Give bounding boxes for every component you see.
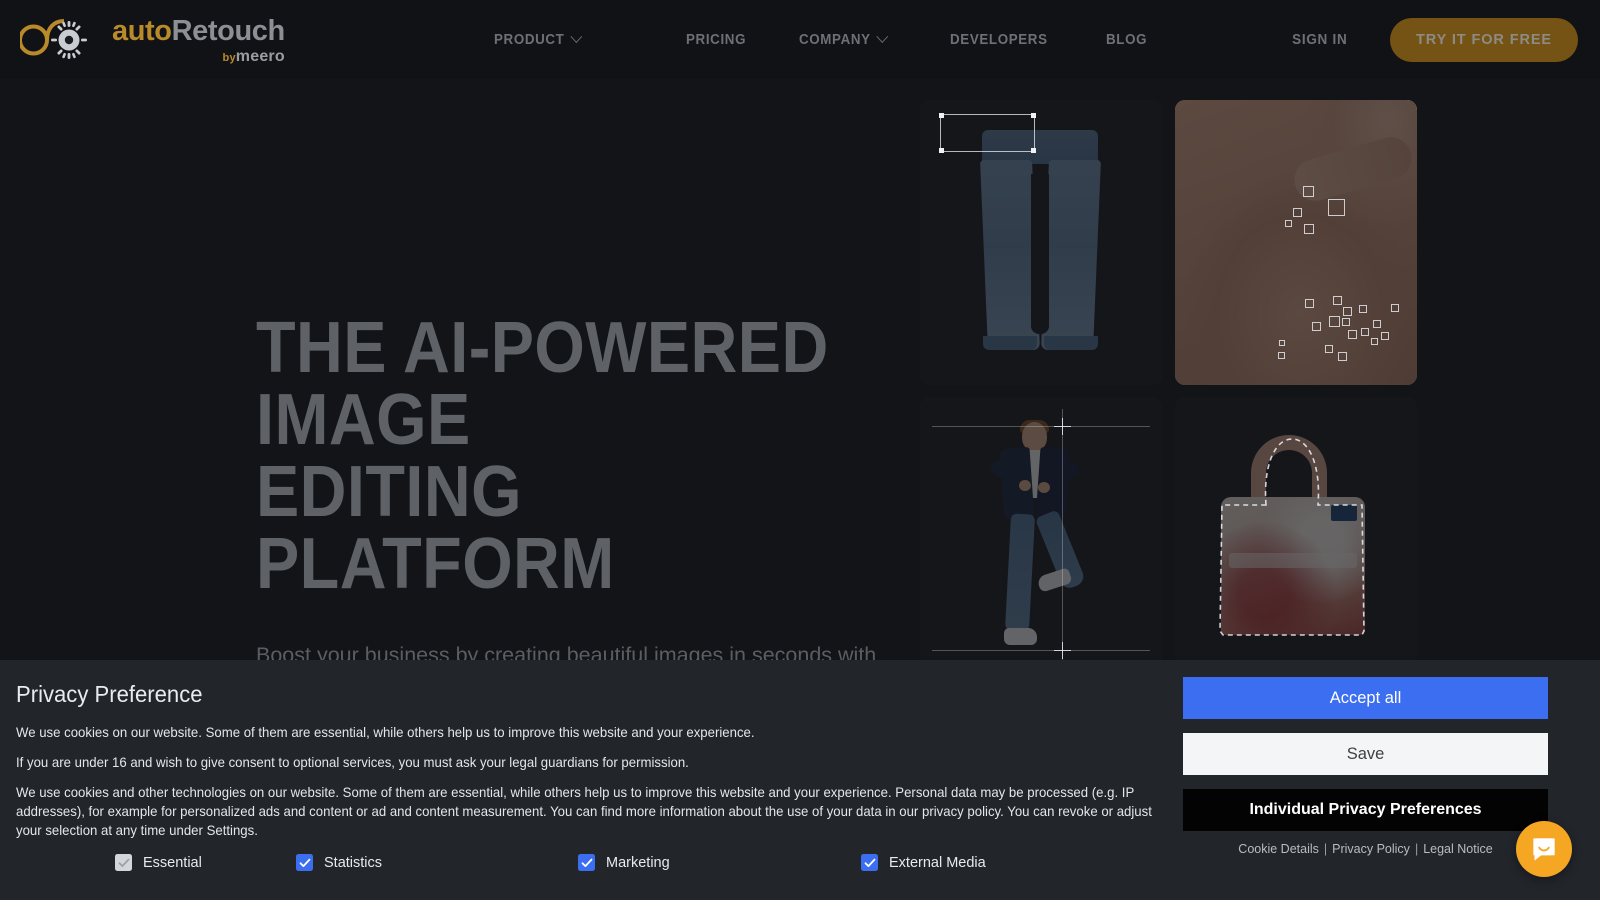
crop-handle-icon: [1054, 418, 1071, 435]
save-button[interactable]: Save: [1183, 733, 1548, 775]
consent-checkbox-row: Essential Statistics Marketing External …: [16, 854, 1584, 871]
brand-wordmark: autoRetouch bymeero: [112, 14, 286, 66]
banner-actions: Accept all Save Individual Privacy Prefe…: [1183, 677, 1548, 856]
autoretouch-logo-icon: [20, 19, 87, 59]
checkbox-icon-statistics[interactable]: [296, 854, 313, 871]
chevron-down-icon: [876, 30, 888, 44]
skin-retouching-shot: [1175, 100, 1417, 385]
checkbox-label: Marketing: [606, 854, 670, 871]
checkbox-label: External Media: [889, 854, 986, 871]
hero-image-grid: [920, 100, 1600, 682]
hero-tile-handbag[interactable]: [1175, 397, 1417, 682]
hero-tile-jumping-model[interactable]: [920, 397, 1162, 682]
checkbox-icon-essential[interactable]: [115, 854, 132, 871]
hero-tile-jeans[interactable]: [920, 100, 1162, 385]
privacy-policy-link[interactable]: Privacy Policy: [1332, 842, 1410, 856]
page-root: autoRetouch bymeero PRODUCT PRICING COMP…: [0, 0, 1600, 900]
link-separator: |: [1323, 842, 1328, 856]
sign-in-link[interactable]: SIGN IN: [1293, 32, 1348, 48]
checkbox-statistics[interactable]: Statistics: [296, 854, 578, 871]
hero-tile-skin-retouch[interactable]: [1175, 100, 1417, 385]
banner-links: Cookie Details | Privacy Policy | Legal Noti…: [1183, 842, 1548, 856]
brand-word-auto: auto: [112, 14, 172, 47]
nav-item-company[interactable]: COMPANY: [798, 30, 888, 48]
brand-meero: meero: [235, 47, 285, 65]
banner-paragraph-2: If you are under 16 and wish to give con…: [16, 755, 689, 770]
crop-guides-icon: [920, 397, 1162, 682]
selection-marquee-icon: [939, 113, 1036, 153]
hero-title-line-1: The AI-powered image: [256, 308, 829, 460]
legal-notice-link[interactable]: Legal Notice: [1423, 842, 1493, 856]
checkbox-label: Statistics: [324, 854, 383, 871]
link-separator: |: [1414, 842, 1419, 856]
individual-privacy-preferences-button[interactable]: Individual Privacy Preferences: [1183, 789, 1548, 831]
cookie-consent-banner: Privacy Preference We use cookies on our…: [0, 660, 1600, 900]
page-title: The AI-powered image editing platform: [256, 312, 850, 600]
brand-logo[interactable]: autoRetouch bymeero: [20, 12, 285, 68]
nav-label: PRODUCT: [494, 31, 565, 48]
site-header: autoRetouch bymeero PRODUCT PRICING COMP…: [0, 0, 1600, 79]
nav-label: COMPANY: [798, 31, 871, 48]
nav-label: BLOG: [1105, 31, 1148, 48]
floral-handbag-shot: [1217, 435, 1367, 640]
checkbox-external-media[interactable]: External Media: [861, 854, 1141, 871]
checkbox-icon-external-media[interactable]: [861, 854, 878, 871]
nav-label: DEVELOPERS: [949, 31, 1048, 48]
main-nav: PRODUCT PRICING COMPANY DEVELOPERS BLOG: [494, 0, 1151, 79]
nav-item-product[interactable]: PRODUCT: [494, 30, 582, 48]
crop-handle-icon: [1054, 642, 1071, 659]
cookie-details-link[interactable]: Cookie Details: [1238, 842, 1319, 856]
nav-item-pricing[interactable]: PRICING: [686, 32, 746, 48]
nav-item-developers[interactable]: DEVELOPERS: [950, 32, 1048, 48]
checkbox-label: Essential: [143, 854, 202, 871]
brand-word-retouch: Retouch: [171, 14, 286, 47]
banner-paragraph-3: We use cookies and other technologies on…: [16, 785, 1152, 838]
banner-paragraph-1: We use cookies on our website. Some of t…: [16, 725, 755, 740]
chat-launcher-button[interactable]: [1516, 821, 1572, 877]
hero-title-line-2: editing platform: [256, 452, 615, 604]
nav-label: PRICING: [685, 31, 746, 48]
try-it-for-free-button[interactable]: TRY IT FOR FREE: [1390, 17, 1578, 62]
checkbox-icon-marketing[interactable]: [578, 854, 595, 871]
jeans-product-shot: [974, 130, 1107, 350]
chat-bubble-icon: [1533, 838, 1555, 861]
nav-item-blog[interactable]: BLOG: [1106, 32, 1147, 48]
checkbox-essential[interactable]: Essential: [16, 854, 296, 871]
brand-by: by: [222, 51, 236, 64]
chevron-down-icon: [570, 30, 582, 44]
header-actions: SIGN IN TRY IT FOR FREE: [1290, 0, 1578, 79]
checkbox-marketing[interactable]: Marketing: [578, 854, 861, 871]
accept-all-button[interactable]: Accept all: [1183, 677, 1548, 719]
